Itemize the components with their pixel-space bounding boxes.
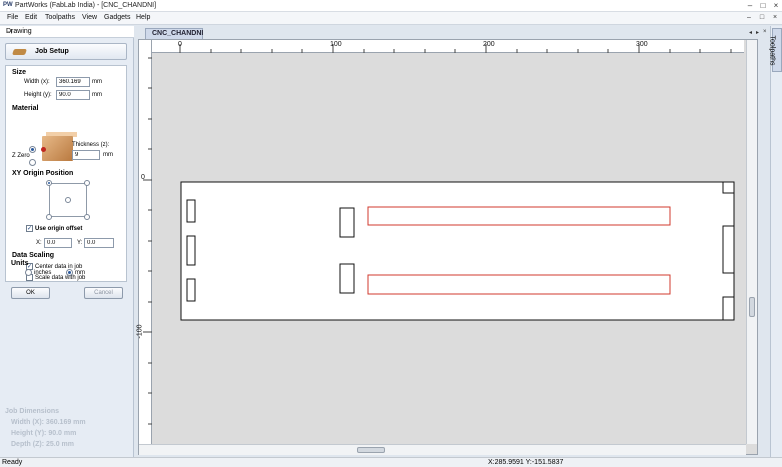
status-bar: Ready X:285.9591 Y:-151.5837 <box>0 457 782 467</box>
use-origin-offset-label: Use origin offset <box>35 226 83 232</box>
horizontal-ruler-ticks <box>179 44 732 53</box>
app-logo: PW <box>3 2 13 8</box>
origin-top-right-radio[interactable] <box>84 180 90 186</box>
ruler-top-300: 300 <box>636 41 648 48</box>
thickness-unit: mm <box>103 152 113 158</box>
ruler-top-100: 100 <box>330 41 342 48</box>
menu-bar: File Edit Toolpaths View Gadgets Help – … <box>0 12 782 25</box>
pin-icon[interactable]: ⊣ <box>6 28 12 36</box>
menu-view[interactable]: View <box>82 14 97 21</box>
job-dimensions-height: Height (Y): 90.0 mm <box>11 430 77 437</box>
units-section-title: Units <box>11 260 29 267</box>
drawing-canvas[interactable] <box>152 53 746 444</box>
horizontal-scrollbar[interactable] <box>139 444 746 455</box>
cancel-button[interactable]: Cancel <box>84 287 123 299</box>
offset-x-input[interactable] <box>44 238 72 248</box>
menu-edit[interactable]: Edit <box>25 14 37 21</box>
job-dimensions-depth: Depth (Z): 25.0 mm <box>11 441 75 448</box>
tab-scroll-left-button[interactable]: ◂ <box>749 29 752 36</box>
vertical-scroll-thumb[interactable] <box>749 297 755 317</box>
material-block-image <box>42 136 73 161</box>
vertical-ruler-ticks <box>143 57 152 425</box>
panel-header: Drawing ⊣ <box>0 26 134 38</box>
tab-cnc-chandni[interactable]: CNC_CHANDNI <box>145 28 203 39</box>
width-label: Width (x): <box>24 79 50 85</box>
origin-top-left-radio[interactable] <box>46 180 52 186</box>
job-setup-icon <box>12 49 27 55</box>
height-unit: mm <box>92 92 102 98</box>
offset-x-label: X: <box>36 240 42 246</box>
job-setup-label: Job Setup <box>35 48 69 55</box>
zzero-label: Z Zero <box>12 153 30 159</box>
units-mm-label: mm <box>75 270 85 276</box>
document-area: CNC_CHANDNI ◂ ▸ × 0 100 200 300 0 -100 <box>137 26 769 457</box>
origin-bottom-right-radio[interactable] <box>84 214 90 220</box>
thickness-label: Thickness (z): <box>72 142 110 148</box>
menu-toolpaths[interactable]: Toolpaths <box>45 14 75 21</box>
status-text: Ready <box>2 459 23 466</box>
zzero-top-radio[interactable] <box>29 146 36 153</box>
doc-restore-button[interactable]: □ <box>757 13 767 23</box>
drawing-view[interactable]: 0 100 200 300 0 -100 <box>136 39 758 455</box>
size-section-title: Size <box>12 69 27 76</box>
horizontal-scroll-thumb[interactable] <box>357 447 385 453</box>
zzero-bottom-radio[interactable] <box>29 159 36 166</box>
ruler-left-minus-100: -100 <box>136 324 144 339</box>
horizontal-ruler: 0 100 200 300 <box>152 40 744 53</box>
tab-scroll-right-button[interactable]: ▸ <box>756 29 759 36</box>
offset-y-input[interactable] <box>84 238 114 248</box>
ruler-top-0: 0 <box>178 41 182 48</box>
offset-y-label: Y: <box>77 240 83 246</box>
job-dimensions-title: Job Dimensions <box>5 408 60 415</box>
units-mm-radio[interactable] <box>66 269 73 276</box>
window-title: PartWorks (FabLab India) - [CNC_CHANDNI] <box>15 2 157 9</box>
job-material-outline <box>180 181 735 321</box>
tab-toolpaths[interactable]: Toolpaths <box>768 28 782 72</box>
minimize-button[interactable]: – <box>744 1 756 11</box>
vertical-ruler: 0 -100 <box>136 40 152 444</box>
drawing-panel: Drawing ⊣ Job Setup Size Width (x): mm H… <box>0 26 134 457</box>
units-inches-radio[interactable] <box>25 269 32 276</box>
toolpaths-side-bar: Toolpaths <box>768 26 782 457</box>
material-section-title: Material <box>12 105 39 112</box>
ok-button[interactable]: OK <box>11 287 50 299</box>
xy-origin-section-title: XY Origin Position <box>12 170 74 177</box>
width-unit: mm <box>92 79 102 85</box>
zzero-marker <box>41 147 46 152</box>
title-bar: PW PartWorks (FabLab India) - [CNC_CHAND… <box>0 0 782 12</box>
ruler-left-0: 0 <box>141 174 145 181</box>
menu-file[interactable]: File <box>7 14 18 21</box>
menu-help[interactable]: Help <box>136 14 150 21</box>
tab-close-button[interactable]: × <box>763 29 767 35</box>
thickness-input[interactable] <box>72 150 100 160</box>
origin-center-radio[interactable] <box>65 197 71 203</box>
job-dimensions-width: Width (X): 360.169 mm <box>11 419 86 426</box>
use-origin-offset-checkbox[interactable]: ✓ <box>26 225 33 232</box>
job-setup-header: Job Setup <box>5 43 127 60</box>
units-inches-label: inches <box>34 270 52 276</box>
maximize-button[interactable]: □ <box>757 1 769 11</box>
data-scaling-section-title: Data Scaling <box>12 252 55 259</box>
menu-gadgets[interactable]: Gadgets <box>104 14 130 21</box>
job-setup-form: Size Width (x): mm Height (y): mm Materi… <box>5 65 127 282</box>
close-button[interactable]: × <box>770 1 782 11</box>
height-label: Height (y): <box>24 92 52 98</box>
doc-close-button[interactable]: × <box>770 13 780 23</box>
vertical-scrollbar[interactable] <box>746 40 757 444</box>
ruler-top-200: 200 <box>483 41 495 48</box>
height-input[interactable] <box>56 90 90 100</box>
origin-bottom-left-radio[interactable] <box>46 214 52 220</box>
width-input[interactable] <box>56 77 90 87</box>
cursor-coordinates: X:285.9591 Y:-151.5837 <box>488 459 564 466</box>
doc-minimize-button[interactable]: – <box>744 13 754 23</box>
toolpaths-tab-label: Toolpaths <box>768 35 776 66</box>
